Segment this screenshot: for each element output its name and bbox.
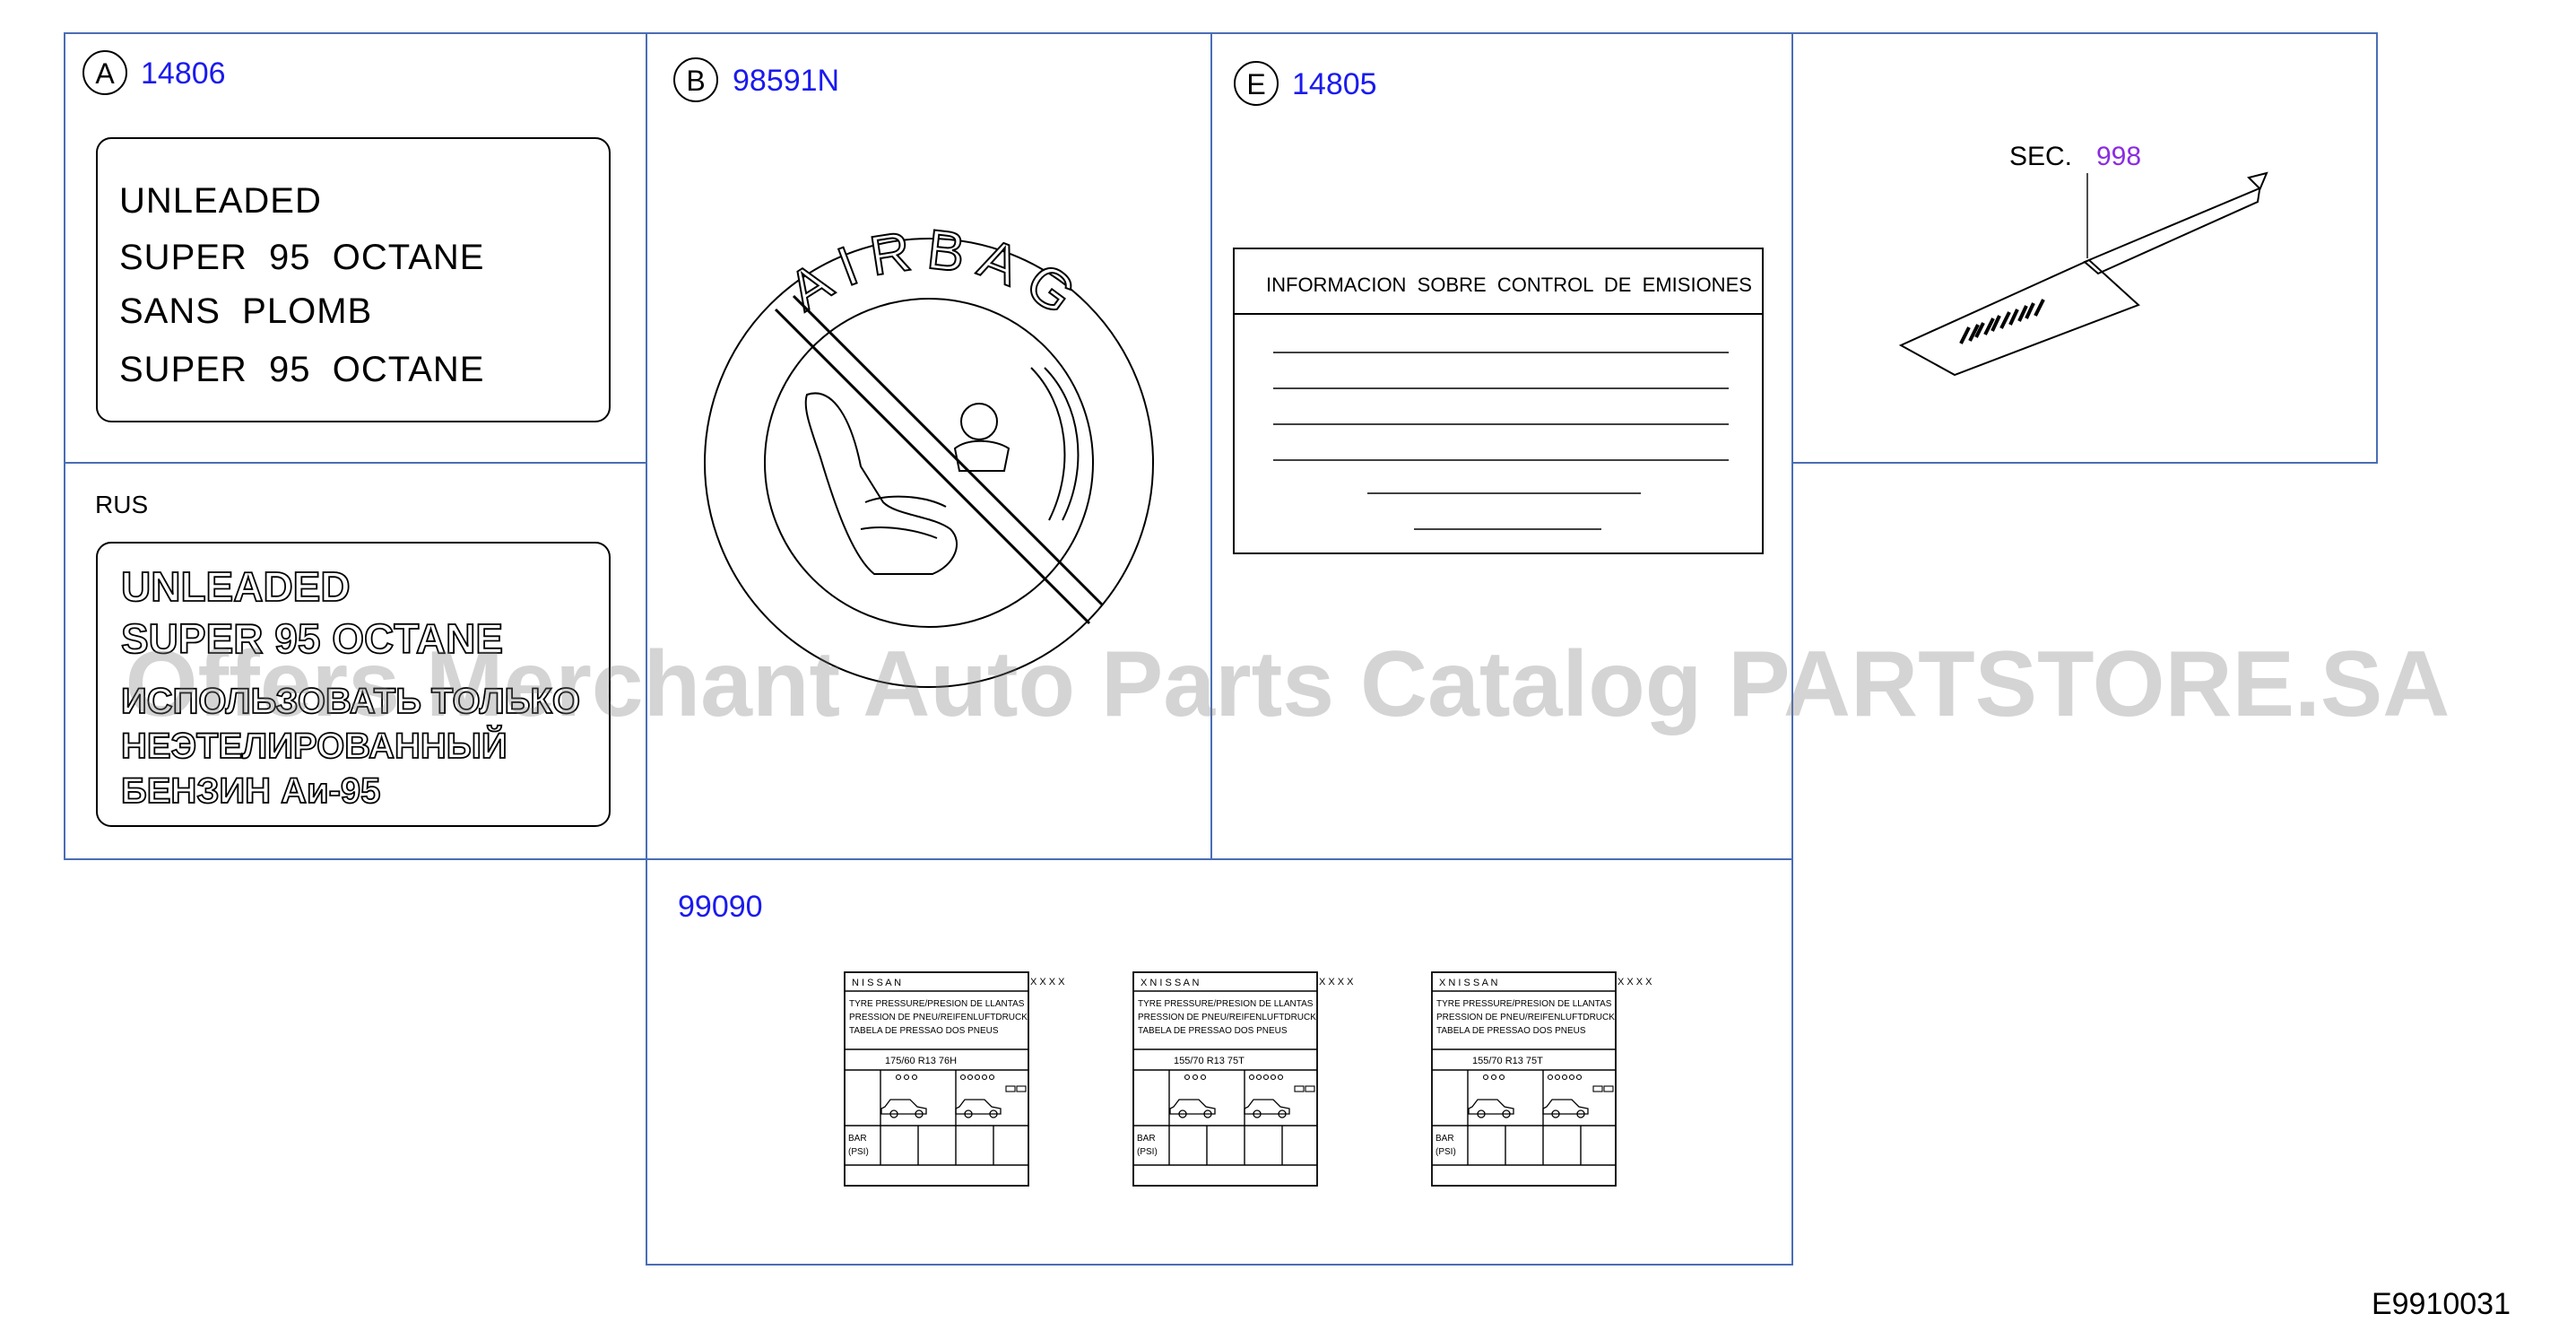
pressure-unit-psi: (PSI) xyxy=(1137,1147,1158,1157)
passenger-icon xyxy=(1277,1074,1284,1081)
passenger-icon xyxy=(1270,1074,1277,1081)
tyre-size: 175/60 R13 76H xyxy=(885,1056,957,1066)
car-icon xyxy=(1169,1099,1216,1115)
airbag-ring-text: AIRBAG xyxy=(778,219,1097,335)
car-icon xyxy=(1244,1099,1290,1115)
passenger-icon xyxy=(1200,1074,1207,1081)
tyre-label-text-line: TABELA DE PRESSAO DOS PNEUS xyxy=(849,1026,999,1036)
airbag-warning-symbol: AIRBAG xyxy=(704,218,1154,688)
tyre-label-brand: X N I S S A N xyxy=(1439,978,1497,988)
panel-a: A 14806 UNLEADED SUPER 95 OCTANE SANS PL… xyxy=(82,50,611,422)
fuel-label-line-3: SANS PLOMB xyxy=(119,291,372,331)
tyre-label-brand: X N I S S A N xyxy=(1141,978,1199,988)
tyre-label-text-line: TYRE PRESSURE/PRESION DE LLANTAS xyxy=(1138,999,1314,1009)
passenger-icon xyxy=(1184,1074,1191,1081)
tyre-label-group: N I S S A N TYRE PRESSURE/PRESION DE LLAN… xyxy=(844,971,1652,1187)
tyre-label-text-line: PRESSION DE PNEU/REIFENLUFTDRUCK xyxy=(1138,1013,1316,1022)
pressure-unit-bar: BAR xyxy=(848,1134,867,1144)
passenger-icon xyxy=(988,1074,995,1081)
pressure-unit-psi: (PSI) xyxy=(1435,1147,1456,1157)
callout-letter-b: B xyxy=(686,65,705,97)
tyre-label-text-line: TYRE PRESSURE/PRESION DE LLANTAS xyxy=(1436,999,1612,1009)
passenger-icon xyxy=(911,1074,918,1081)
passenger-icon xyxy=(1498,1074,1505,1081)
tyre-label-x-marks: X X X X xyxy=(1618,977,1652,987)
panel-e: E 14805 INFORMACION SOBRE CONTROL DE EMI… xyxy=(1233,61,1764,554)
passenger-icon xyxy=(895,1074,902,1081)
passenger-icon xyxy=(1547,1074,1554,1081)
tyre-size: 155/70 R13 75T xyxy=(1174,1056,1245,1066)
luggage-icon xyxy=(1005,1085,1016,1092)
passenger-icon xyxy=(1262,1074,1270,1081)
rus-label-line-5: БЕНЗИН Аи-95 xyxy=(121,771,380,811)
passenger-icon xyxy=(1554,1074,1561,1081)
passenger-icon xyxy=(1568,1074,1575,1081)
luggage-icon xyxy=(1305,1085,1315,1092)
luggage-icon xyxy=(1294,1085,1305,1092)
part-number-14806[interactable]: 14806 xyxy=(141,57,226,91)
passenger-icon xyxy=(959,1074,967,1081)
callout-letter-a: A xyxy=(95,57,115,90)
car-icon xyxy=(1468,1099,1514,1115)
tyre-label-text-line: TYRE PRESSURE/PRESION DE LLANTAS xyxy=(849,999,1025,1009)
tyre-label-text-line: PRESSION DE PNEU/REIFENLUFTDRUCK xyxy=(849,1013,1028,1022)
luggage-icon xyxy=(1016,1085,1027,1092)
part-number-98591N[interactable]: 98591N xyxy=(733,64,839,98)
tyre-label-text-line: TABELA DE PRESSAO DOS PNEUS xyxy=(1436,1026,1586,1036)
passenger-icon xyxy=(1248,1074,1255,1081)
tyre-label-x-marks: X X X X xyxy=(1319,977,1354,987)
car-icon xyxy=(880,1099,927,1115)
panel-tyre-pressure: 99090 N I S S A N TYRE PRESSURE/PRESION D… xyxy=(678,890,1652,1187)
watermark-text: Offers Merchant Auto Parts Catalog PARTS… xyxy=(126,632,2450,736)
emission-label-header: INFORMACION SOBRE CONTROL DE EMISIONES xyxy=(1266,274,1752,296)
part-number-14805[interactable]: 14805 xyxy=(1292,67,1377,101)
pressure-unit-bar: BAR xyxy=(1435,1134,1454,1144)
tyre-label-x-marks: X X X X xyxy=(1030,977,1065,987)
rus-label-line-1: UNLEADED xyxy=(121,563,351,610)
sec-label: SEC. xyxy=(2009,142,2072,171)
diagram-code: E9910031 xyxy=(2372,1287,2511,1321)
car-icon xyxy=(955,1099,1002,1115)
callout-letter-e: E xyxy=(1246,68,1265,100)
pressure-unit-psi: (PSI) xyxy=(848,1147,869,1157)
passenger-icon xyxy=(1561,1074,1568,1081)
panel-sec: SEC. 998 xyxy=(1898,142,2268,377)
passenger-icon xyxy=(1482,1074,1489,1081)
part-number-99090[interactable]: 99090 xyxy=(678,890,763,924)
tyre-label-brand: N I S S A N xyxy=(852,978,901,988)
luggage-icon xyxy=(1603,1085,1614,1092)
passenger-icon xyxy=(981,1074,988,1081)
tyre-label-text-line: TABELA DE PRESSAO DOS PNEUS xyxy=(1138,1026,1288,1036)
luggage-icon xyxy=(1592,1085,1603,1092)
fuel-label-line-2: SUPER 95 OCTANE xyxy=(119,238,484,277)
passenger-icon xyxy=(903,1074,910,1081)
emission-control-label: INFORMACION SOBRE CONTROL DE EMISIONES xyxy=(1233,248,1764,554)
passenger-icon xyxy=(1255,1074,1262,1081)
pressure-unit-bar: BAR xyxy=(1137,1134,1156,1144)
car-icon xyxy=(1542,1099,1589,1115)
passenger-icon xyxy=(974,1074,981,1081)
barcode-icon xyxy=(1959,299,2045,344)
tyre-label-text-line: PRESSION DE PNEU/REIFENLUFTDRUCK xyxy=(1436,1013,1615,1022)
fuel-label-line-1: UNLEADED xyxy=(119,181,322,221)
passenger-icon xyxy=(1192,1074,1199,1081)
sec-number-998[interactable]: 998 xyxy=(2096,142,2141,171)
tyre-size: 155/70 R13 75T xyxy=(1472,1056,1543,1066)
passenger-icon xyxy=(967,1074,974,1081)
region-label-rus: RUS xyxy=(95,491,148,518)
passenger-icon xyxy=(1490,1074,1497,1081)
fuel-label-line-4: SUPER 95 OCTANE xyxy=(119,350,484,389)
panel-b: B 98591N AIRBAG xyxy=(673,57,1154,688)
parts-diagram: text { font-family: "Liberation Sans", s… xyxy=(64,32,2511,1321)
passenger-icon xyxy=(1575,1074,1583,1081)
barcode-tag xyxy=(1898,171,2268,377)
